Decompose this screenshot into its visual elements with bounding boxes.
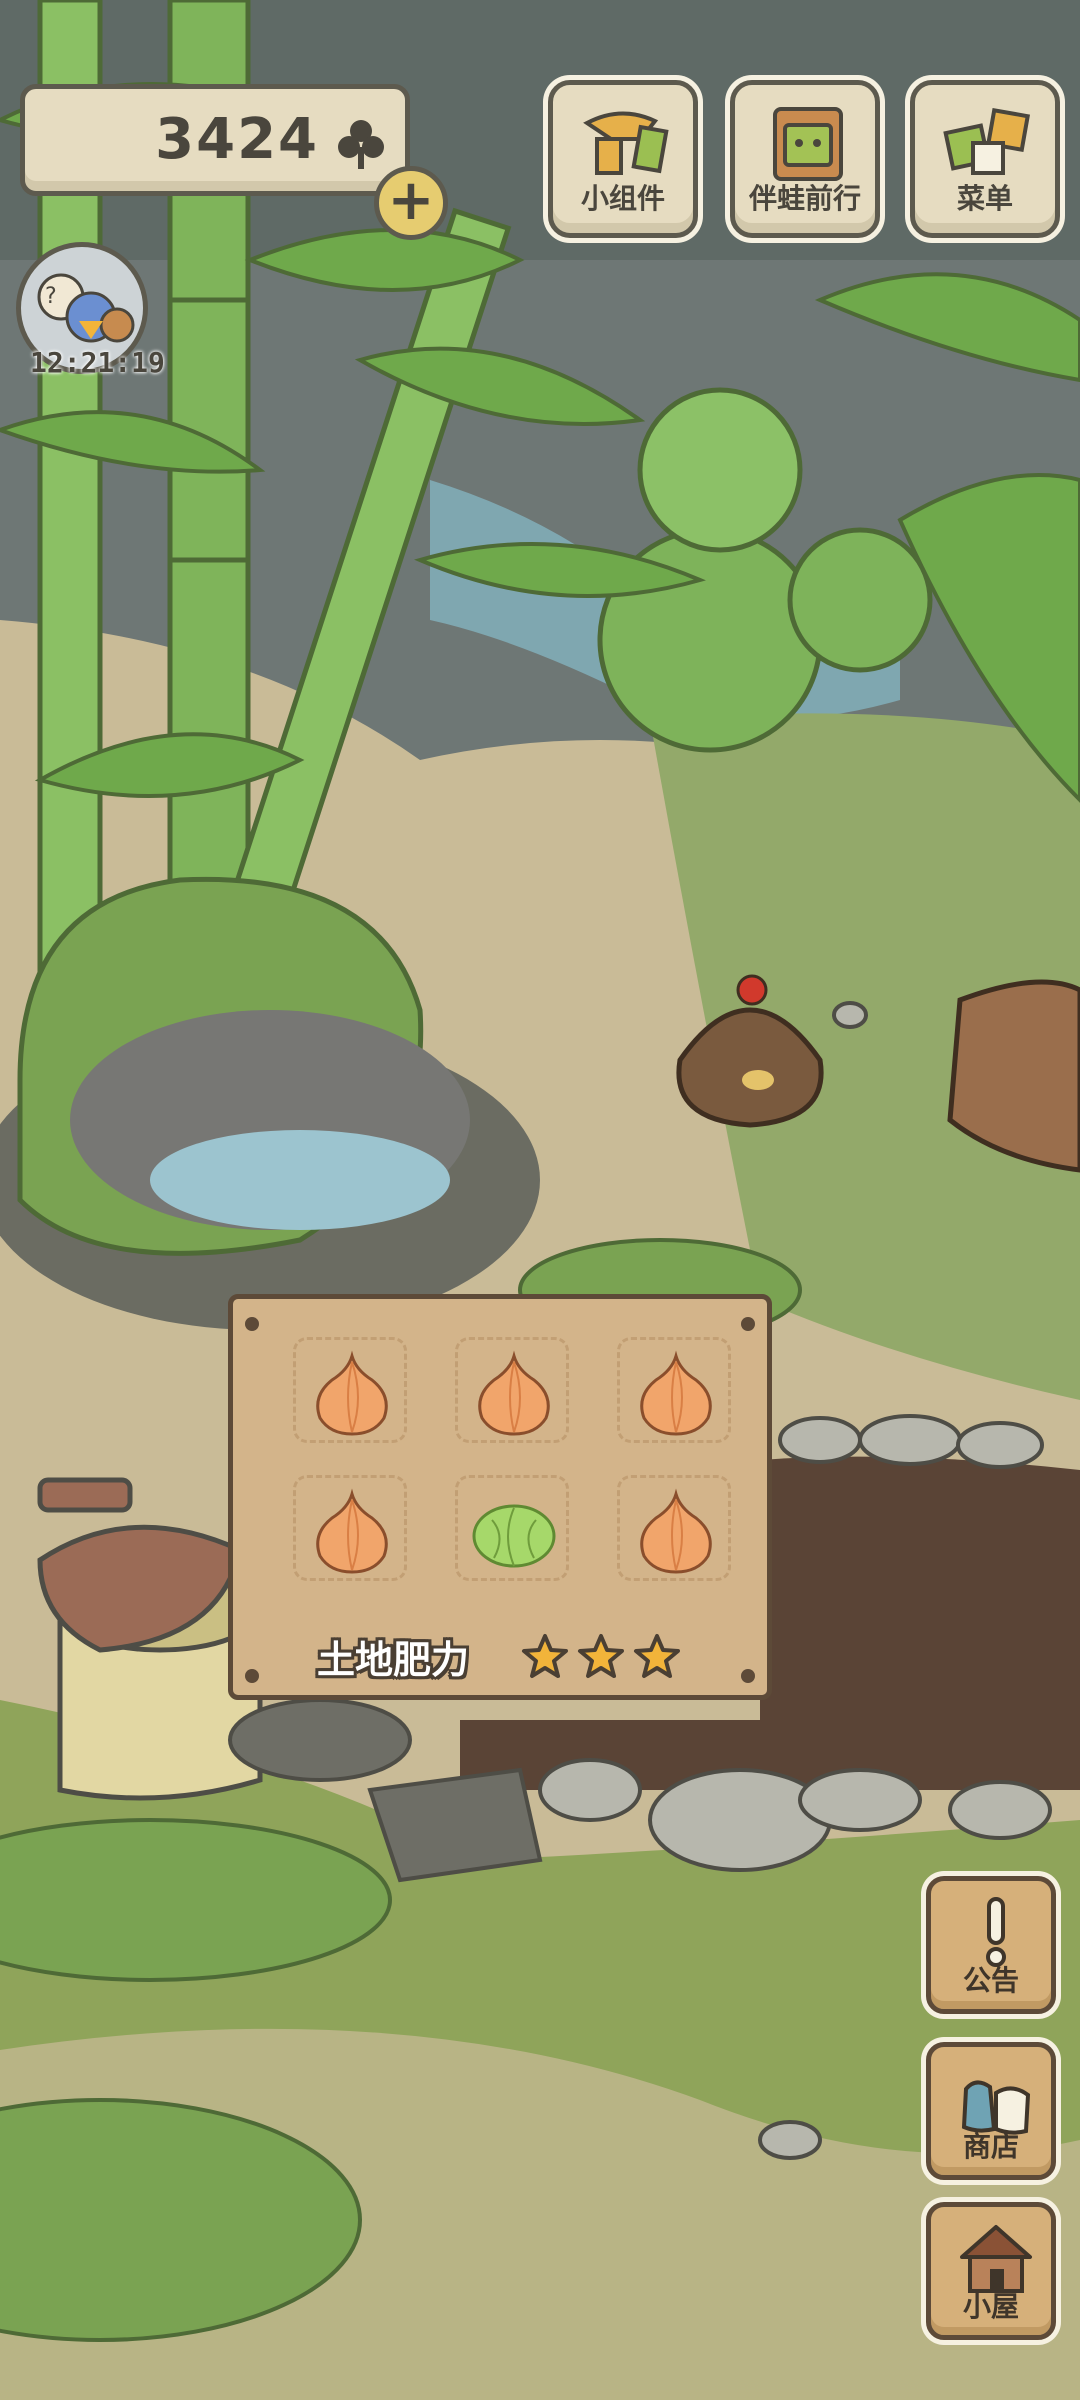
svg-text:?: ?	[45, 284, 57, 309]
crop-slot[interactable]	[293, 1475, 407, 1581]
notice-label: 公告	[962, 1964, 1019, 1997]
onion-icon	[478, 1350, 550, 1436]
widget-label: 小组件	[580, 182, 665, 215]
shop-label: 商店	[962, 2130, 1019, 2163]
crop-slot[interactable]	[617, 1337, 731, 1443]
menu-label: 菜单	[956, 182, 1013, 215]
star-icon	[578, 1634, 624, 1678]
onion-icon	[640, 1350, 712, 1436]
widget-icon	[583, 111, 669, 175]
notice-button[interactable]: 公告	[926, 1876, 1056, 2014]
board-nail	[741, 1669, 755, 1683]
frog-journey-button[interactable]: 伴蛙前行	[730, 80, 880, 238]
frog-journey-label: 伴蛙前行	[748, 182, 861, 215]
widget-button[interactable]: 小组件	[548, 80, 698, 238]
crop-slot[interactable]	[617, 1475, 731, 1581]
frog-journey-icon	[773, 107, 843, 181]
clover-count: 3424	[155, 107, 319, 172]
house-button[interactable]: 小屋	[926, 2202, 1056, 2340]
onion-icon	[640, 1488, 712, 1574]
shop-button[interactable]: 商店	[926, 2042, 1056, 2180]
plus-icon: +	[387, 168, 435, 233]
crop-slot[interactable]	[455, 1337, 569, 1443]
star-icon	[522, 1634, 568, 1678]
crop-slot[interactable]	[455, 1475, 569, 1581]
house-label: 小屋	[962, 2290, 1019, 2323]
onion-icon	[316, 1488, 388, 1574]
cabbage-icon	[472, 1504, 556, 1568]
garden-crop-board[interactable]: 土地肥力	[228, 1294, 772, 1700]
clover-icon	[338, 120, 384, 169]
onion-icon	[316, 1350, 388, 1436]
clover-counter: 3424	[20, 84, 410, 196]
board-nail	[741, 1317, 755, 1331]
crop-slot[interactable]	[293, 1337, 407, 1443]
soil-fertility-label: 土地肥力	[317, 1638, 470, 1682]
menu-button[interactable]: 菜单	[910, 80, 1060, 238]
menu-cards-icon	[943, 107, 1031, 175]
board-nail	[245, 1669, 259, 1683]
add-clover-button[interactable]: +	[374, 166, 448, 240]
travel-timer: 12:21:19	[30, 346, 165, 379]
star-icon	[634, 1634, 680, 1678]
board-nail	[245, 1317, 259, 1331]
